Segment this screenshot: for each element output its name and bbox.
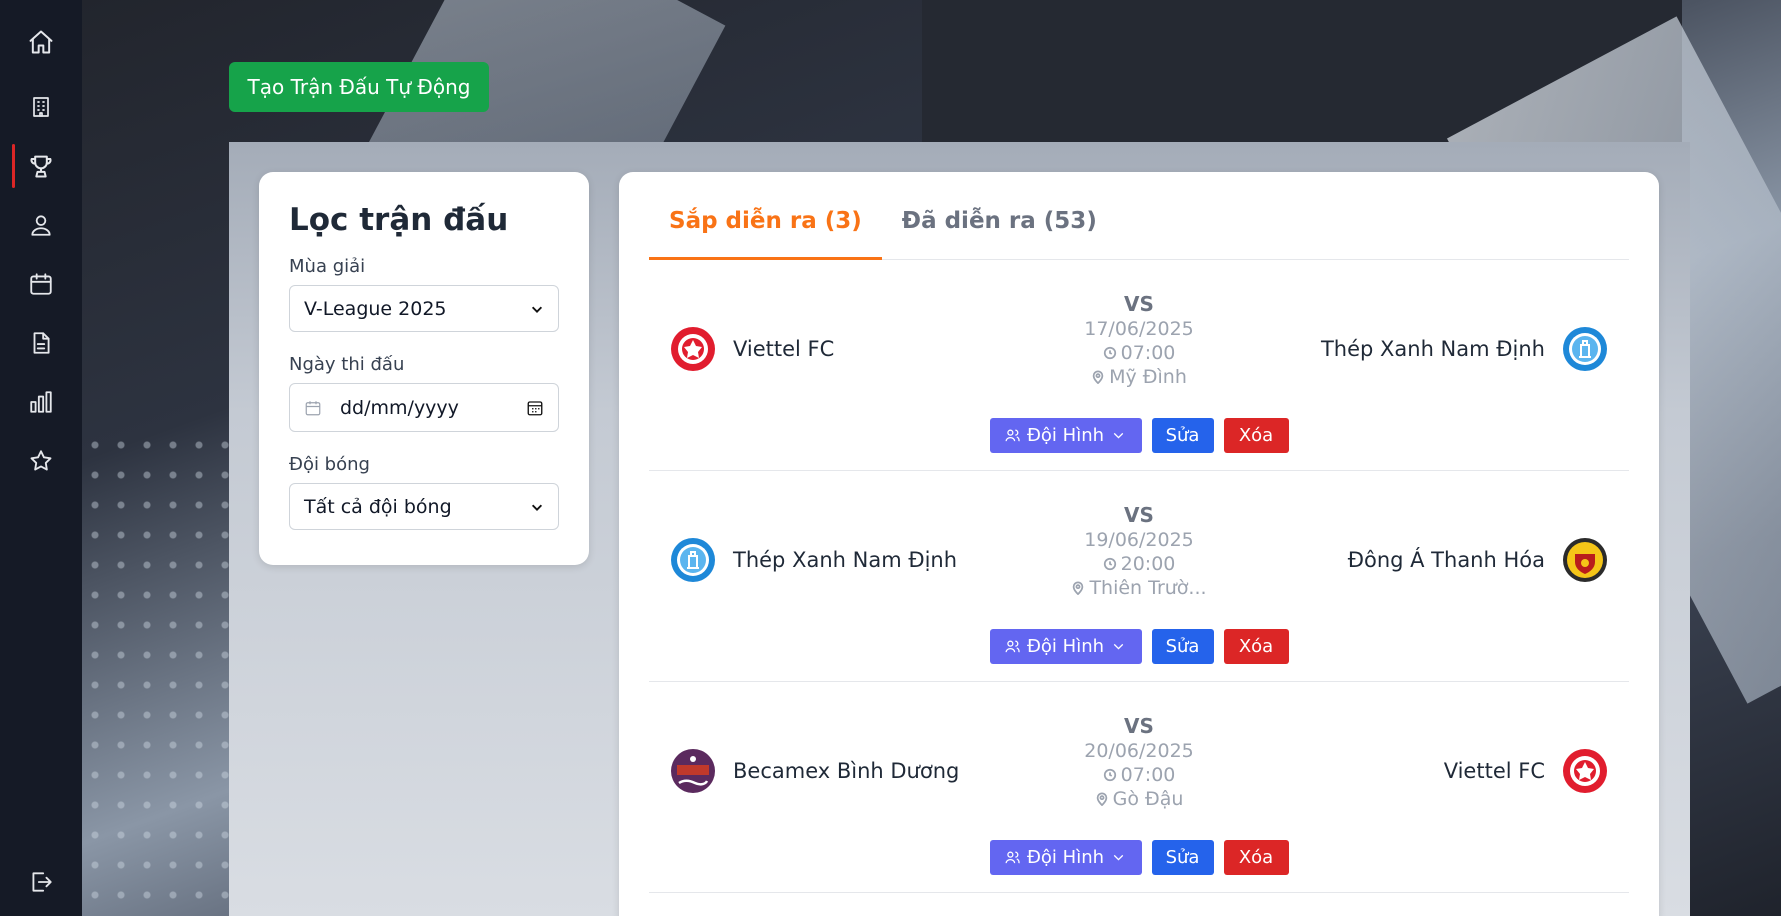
delete-button[interactable]: Xóa (1223, 840, 1289, 875)
vs-label: VS (1124, 503, 1154, 527)
users-icon (1005, 429, 1020, 442)
away-team-name: Đông Á Thanh Hóa (1347, 548, 1545, 572)
calendar-icon (30, 273, 52, 295)
document-icon (33, 332, 50, 354)
vs-label: VS (1124, 714, 1154, 738)
chevron-down-icon (531, 504, 543, 511)
match-actions: Đội Hình Sửa Xóa (649, 629, 1629, 664)
nav-statistics[interactable] (0, 376, 82, 428)
clock-icon (1103, 768, 1116, 782)
nav-buildings[interactable] (0, 81, 82, 133)
filter-title: Lọc trận đấu (289, 202, 509, 238)
home-icon (29, 30, 53, 54)
match-actions: Đội Hình Sửa Xóa (649, 418, 1629, 453)
matches-card: Sắp diễn ra (3) Đã diễn ra (53) Viettel … (619, 172, 1659, 916)
location-pin-icon (1092, 370, 1104, 384)
match-row: Becamex Bình Dương VS 20/06/2025 07:00 G… (649, 682, 1629, 893)
lineup-button[interactable]: Đội Hình (989, 418, 1142, 453)
team-value: Tất cả đội bóng (304, 495, 452, 518)
delete-button[interactable]: Xóa (1223, 629, 1289, 664)
clock-icon (1103, 346, 1116, 360)
tab-upcoming[interactable]: Sắp diễn ra (3) (649, 202, 882, 260)
nav-favorites[interactable] (0, 435, 82, 487)
away-team: Thép Xanh Nam Định (1321, 325, 1609, 373)
edit-button[interactable]: Sửa (1151, 418, 1214, 453)
logout-icon (32, 872, 52, 892)
away-team-name: Thép Xanh Nam Định (1320, 337, 1545, 361)
team-select[interactable]: Tất cả đội bóng (289, 483, 559, 530)
edit-button[interactable]: Sửa (1151, 629, 1214, 664)
auto-create-match-button[interactable]: Tạo Trận Đấu Tự Động (229, 62, 489, 112)
season-value: V-League 2025 (304, 297, 447, 320)
viettel-logo-icon (1563, 749, 1607, 793)
sidebar (0, 0, 82, 916)
nav-documents[interactable] (0, 317, 82, 369)
date-input[interactable]: dd/mm/yyyy (289, 383, 559, 432)
lineup-button[interactable]: Đội Hình (989, 840, 1142, 875)
date-label: Ngày thi đấu (289, 354, 405, 375)
nav-home[interactable] (0, 16, 82, 68)
tab-finished[interactable]: Đã diễn ra (53) (882, 202, 1117, 260)
chart-icon (30, 391, 52, 413)
away-team-name: Viettel FC (1443, 759, 1545, 783)
date-picker-icon[interactable] (526, 399, 544, 417)
nav-players[interactable] (0, 199, 82, 251)
chevron-down-icon (1113, 643, 1124, 650)
season-label: Mùa giải (289, 256, 366, 277)
content-panel: Lọc trận đấu Mùa giải V-League 2025 Ngày… (229, 142, 1690, 916)
calendar-icon (305, 400, 321, 415)
location-pin-icon (1073, 581, 1084, 595)
match-actions: Đội Hình Sửa Xóa (649, 840, 1629, 875)
match-row: Viettel FC VS 17/06/2025 07:00 Mỹ Đình T… (649, 260, 1629, 471)
away-team: Đông Á Thanh Hóa (1348, 536, 1609, 584)
nav-logout[interactable] (0, 856, 82, 908)
season-select[interactable]: V-League 2025 (289, 285, 559, 332)
users-icon (1005, 640, 1020, 653)
building-icon (33, 97, 49, 117)
user-icon (31, 215, 51, 236)
trophy-icon (30, 155, 52, 178)
team-label: Đội bóng (289, 454, 370, 475)
lineup-button[interactable]: Đội Hình (989, 629, 1142, 664)
filter-card: Lọc trận đấu Mùa giải V-League 2025 Ngày… (259, 172, 589, 565)
edit-button[interactable]: Sửa (1151, 840, 1214, 875)
vs-label: VS (1124, 292, 1154, 316)
star-icon (30, 450, 52, 471)
chevron-down-icon (531, 306, 543, 313)
match-tabs: Sắp diễn ra (3) Đã diễn ra (53) (649, 202, 1629, 260)
users-icon (1005, 851, 1020, 864)
chevron-down-icon (1113, 854, 1124, 861)
chevron-down-icon (1113, 432, 1124, 439)
nam-dinh-logo-icon (1563, 327, 1607, 371)
away-team: Viettel FC (1444, 747, 1609, 795)
date-placeholder: dd/mm/yyyy (340, 396, 459, 419)
nav-schedule[interactable] (0, 258, 82, 310)
thanh-hoa-logo-icon (1563, 538, 1607, 582)
match-row: Thép Xanh Nam Định VS 19/06/2025 20:00 T… (649, 471, 1629, 682)
nav-tournaments[interactable] (0, 140, 82, 192)
location-pin-icon (1096, 792, 1107, 806)
clock-icon (1103, 557, 1116, 571)
delete-button[interactable]: Xóa (1223, 418, 1289, 453)
